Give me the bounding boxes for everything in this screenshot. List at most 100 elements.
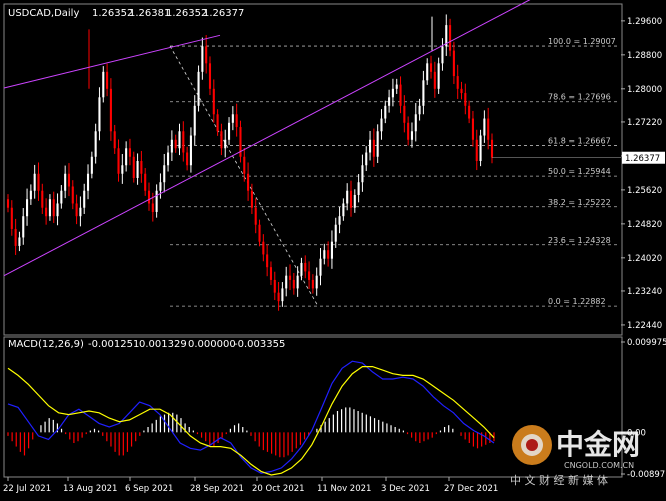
candle-body [304,262,307,272]
candle-body [102,71,105,98]
chart-window: 100.0 = 1.29007 78.6 = 1.27696 61.8 = 1.26… [0,0,666,497]
ohlc-high: 1.26381 [129,8,170,19]
candle-body [311,279,314,289]
candle-body [452,50,455,77]
candle-body [22,216,25,238]
candle-body [471,118,474,140]
candle-body [29,190,32,200]
candle-body [56,203,59,217]
candle-body [109,88,112,132]
candle-body [315,275,318,289]
candle-body [429,63,433,72]
candle-body [189,135,192,166]
candle-body [186,152,189,166]
price-axis-label: 1.28000 [627,85,662,95]
symbol-label: USDCAD,Daily [8,8,79,19]
date-axis-label: 3 Dec 2021 [381,484,430,494]
candle-body [338,216,341,225]
candle-body [384,105,387,119]
macd-value-main: -0.001251 [88,339,139,350]
candle-body [140,161,143,174]
candle-body [479,135,482,162]
candle-body [273,279,276,293]
candle-body [346,190,349,204]
candle-body [26,199,29,217]
candle-body [342,203,345,217]
candle-body [117,148,120,174]
candle-body [376,131,379,157]
fib-label: 78.6 = 1.27696 [548,93,611,102]
candle-body [410,131,414,140]
candle-body [441,46,444,64]
candle-body [247,173,250,191]
candle-body [86,173,90,191]
price-axis-label: 1.22440 [627,321,662,331]
candle-body [407,122,410,140]
candle-body [288,275,292,280]
candle-body [83,190,86,208]
candle-body [437,63,440,89]
candle-body [449,25,452,51]
candle-body [208,63,212,89]
price-axis-label: 1.24020 [627,254,662,264]
candle-body [292,279,295,289]
candle-body [243,156,246,174]
candle-body [90,156,93,174]
candle-body [106,71,109,89]
candle-body [372,139,375,157]
candle-body [319,258,322,276]
candle-body [125,148,128,166]
candle-body [128,148,132,157]
price-axis-label: 1.28800 [627,51,662,61]
candle-body [250,190,253,208]
candle-body [37,173,40,191]
candle-body [178,131,181,149]
price-axis-label: 1.27220 [627,118,662,128]
candle-body [163,165,166,183]
candle-body [18,237,21,246]
candle-body [395,84,398,89]
candle-body [460,88,463,94]
candle-body [45,207,48,217]
candle-body [388,97,391,106]
candle-body [254,207,257,225]
candle-body [365,152,368,166]
candle-body [159,182,162,191]
candle-body [285,275,288,289]
price-axis-label: 1.25620 [627,186,662,196]
candle-body [433,71,436,89]
candle-body [79,207,82,217]
candle-body [170,139,173,153]
date-axis-label: 27 Dec 2021 [444,484,498,494]
ohlc-open: 1.26352 [92,8,133,19]
candle-body [205,46,208,64]
candle-body [60,190,63,204]
macd-label: MACD(12,26,9) [8,339,84,350]
candle-body [121,165,124,174]
candle-body [75,203,78,217]
candle-body [197,71,200,106]
macd-axis-label: 0.009975 [627,338,666,348]
candle-body [323,250,326,259]
candle-body [487,118,490,140]
price-axis-label: 1.29600 [627,17,662,27]
candle-body [403,105,406,123]
candle-body [266,254,269,268]
candle-body [155,190,158,212]
candle-body [456,76,459,89]
candle-body [224,139,227,149]
fib-label: 0.0 = 1.22882 [548,297,606,306]
candle-body [277,292,280,302]
candle-body [361,165,364,183]
candle-body [14,228,17,246]
candle-body [98,97,101,132]
fib-label: 100.0 = 1.29007 [548,37,616,46]
macd-value-zero: 0.000000 [188,339,236,350]
candle-body [6,199,10,208]
candle-body [167,152,170,166]
macd-axis-label: -0.008971 [627,470,666,480]
candle-body [353,194,356,208]
candle-body [231,114,234,123]
candle-body [212,88,215,115]
fib-label: 23.6 = 1.24328 [548,236,611,245]
